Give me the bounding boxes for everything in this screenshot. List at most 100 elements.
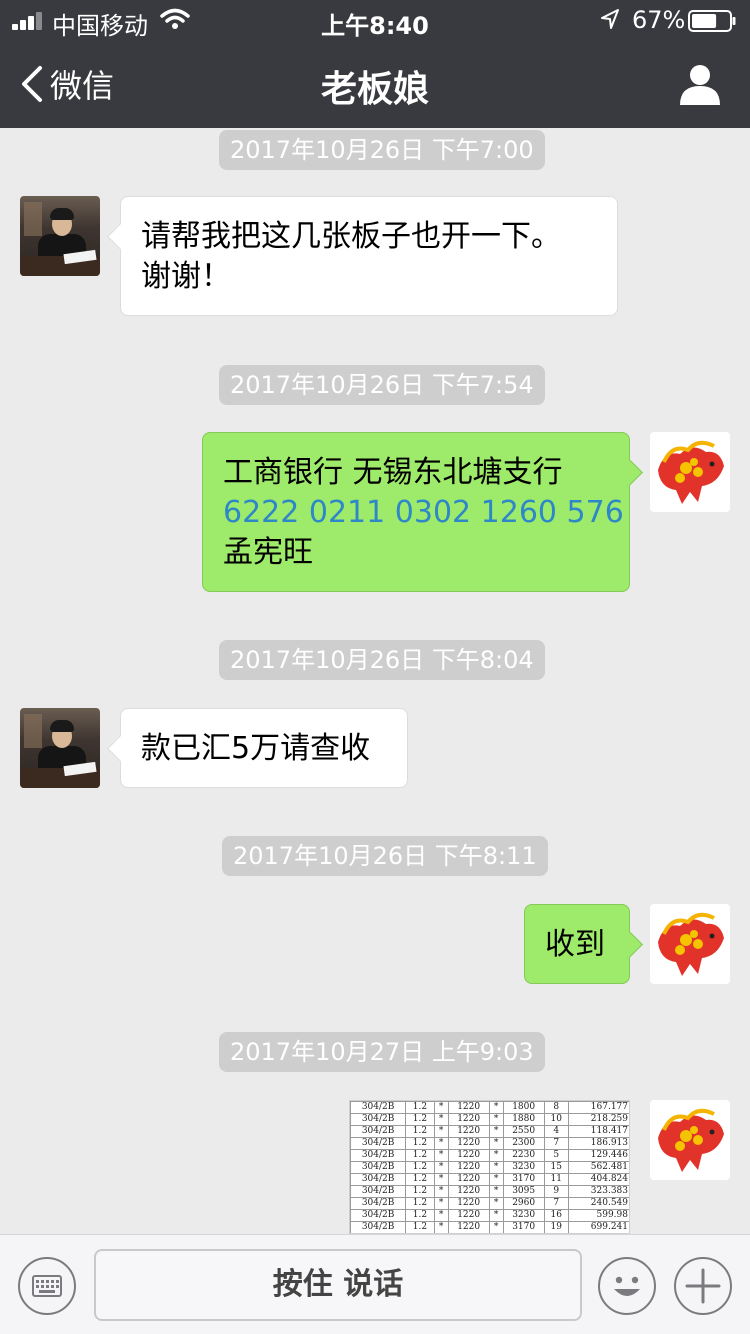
table-cell: 1.2 bbox=[405, 1137, 435, 1150]
my-avatar[interactable] bbox=[650, 1100, 730, 1180]
table-cell: 304/2B bbox=[350, 1221, 407, 1233]
table-cell: 1220 bbox=[447, 1161, 490, 1174]
table-cell: * bbox=[488, 1113, 504, 1126]
table-row: 304/2B 1.2 * 1220 * 3230 15 562.481 bbox=[350, 1161, 629, 1174]
table-cell: 304/2B bbox=[350, 1113, 407, 1126]
emoji-button[interactable] bbox=[598, 1257, 656, 1315]
hold-to-talk-button[interactable]: 按住 说话 bbox=[94, 1249, 582, 1321]
account-number-link[interactable]: 6222 0211 0302 1260 576 bbox=[223, 493, 624, 533]
table-cell: * bbox=[433, 1137, 449, 1150]
keyboard-icon bbox=[32, 1275, 62, 1297]
table-cell: 404.824 bbox=[567, 1173, 629, 1186]
table-cell: 2300 bbox=[502, 1137, 545, 1150]
table-cell: 1880 bbox=[502, 1113, 545, 1126]
table-cell: * bbox=[488, 1185, 504, 1198]
contact-avatar[interactable] bbox=[20, 708, 100, 788]
table-cell: * bbox=[433, 1173, 449, 1186]
table-cell: * bbox=[488, 1221, 504, 1233]
table-cell: 1220 bbox=[447, 1137, 490, 1150]
table-cell: * bbox=[433, 1209, 449, 1222]
table-cell: 1.2 bbox=[405, 1197, 435, 1210]
table-cell: * bbox=[488, 1197, 504, 1210]
table-cell: 1.2 bbox=[405, 1185, 435, 1198]
table-cell: 19 bbox=[543, 1221, 569, 1233]
table-cell: * bbox=[488, 1137, 504, 1150]
status-bar: 中国移动 上午8:40 67% bbox=[0, 0, 750, 40]
sent-message-bubble[interactable]: 收到 bbox=[524, 904, 630, 984]
spreadsheet-image: 304/2B 1.2 * 1220 * 1800 8 167.177 304/2B 1.2 * 122… bbox=[350, 1101, 629, 1233]
table-cell: 599.98 bbox=[567, 1209, 629, 1222]
contact-avatar[interactable] bbox=[20, 196, 100, 276]
table-cell: 118.417 bbox=[567, 1125, 629, 1138]
back-button[interactable]: 微信 bbox=[18, 60, 114, 108]
table-cell: 4 bbox=[543, 1125, 569, 1138]
table-cell: 699.241 bbox=[567, 1221, 629, 1233]
table-cell: 304/2B bbox=[350, 1185, 407, 1198]
keyboard-toggle-button[interactable] bbox=[18, 1257, 76, 1315]
table-cell: 10 bbox=[543, 1113, 569, 1126]
table-cell: * bbox=[488, 1209, 504, 1222]
table-cell: 304/2B bbox=[350, 1161, 407, 1174]
table-cell: 323.383 bbox=[567, 1185, 629, 1198]
table-cell: 1220 bbox=[447, 1149, 490, 1162]
message-timestamp: 2017年10月26日 下午7:00 bbox=[219, 130, 545, 170]
battery-percent: 67% bbox=[632, 6, 686, 34]
table-cell: 1220 bbox=[447, 1209, 490, 1222]
table-cell: 1.2 bbox=[405, 1101, 435, 1114]
table-row: 304/2B 1.2 * 1220 * 3230 16 599.98 bbox=[350, 1209, 629, 1222]
received-message-bubble[interactable]: 请帮我把这几张板子也开一下。 谢谢！ bbox=[120, 196, 618, 316]
table-cell: 2550 bbox=[502, 1125, 545, 1138]
bank-branch-text: 工商银行 无锡东北塘支行 bbox=[223, 455, 563, 490]
table-cell: 16 bbox=[543, 1209, 569, 1222]
table-cell: * bbox=[433, 1185, 449, 1198]
table-cell: 304/2B bbox=[350, 1101, 407, 1114]
table-row: 304/2B 1.2 * 1220 * 2230 5 129.446 bbox=[350, 1149, 629, 1162]
table-cell: 2960 bbox=[502, 1197, 545, 1210]
chevron-left-icon bbox=[22, 66, 42, 102]
table-cell: 1.2 bbox=[405, 1113, 435, 1126]
table-cell: 1220 bbox=[447, 1113, 490, 1126]
table-cell: 1220 bbox=[447, 1101, 490, 1114]
input-bar: 按住 说话 bbox=[0, 1234, 750, 1334]
received-message-bubble[interactable]: 款已汇5万请查收 bbox=[120, 708, 408, 788]
table-cell: 9 bbox=[543, 1185, 569, 1198]
table-cell: 1.2 bbox=[405, 1149, 435, 1162]
my-avatar[interactable] bbox=[650, 904, 730, 984]
sent-image-message[interactable]: 304/2B 1.2 * 1220 * 1800 8 167.177 304/2B 1.2 * 122… bbox=[349, 1100, 630, 1234]
account-holder-text: 孟宪旺 bbox=[223, 535, 313, 570]
top-bar: 中国移动 上午8:40 67% 微信 老板娘 bbox=[0, 0, 750, 128]
my-avatar[interactable] bbox=[650, 432, 730, 512]
table-cell: 304/2B bbox=[350, 1125, 407, 1138]
table-cell: 8 bbox=[543, 1101, 569, 1114]
smiley-icon bbox=[614, 1276, 640, 1296]
chat-history[interactable]: 2017年10月26日 下午7:00 请帮我把这几张板子也开一下。 谢谢！ 20… bbox=[0, 128, 750, 1234]
table-cell: 1.2 bbox=[405, 1173, 435, 1186]
sent-message-bubble[interactable]: 工商银行 无锡东北塘支行 6222 0211 0302 1260 576 孟宪旺 bbox=[202, 432, 630, 592]
navigation-bar: 微信 老板娘 bbox=[0, 40, 750, 128]
person-icon[interactable] bbox=[676, 62, 724, 106]
message-text: 请帮我把这几张板子也开一下。 bbox=[141, 219, 561, 254]
table-cell: 1220 bbox=[447, 1173, 490, 1186]
plus-icon bbox=[685, 1268, 721, 1304]
table-cell: 1220 bbox=[447, 1197, 490, 1210]
table-cell: 3170 bbox=[502, 1173, 545, 1186]
table-cell: * bbox=[433, 1101, 449, 1114]
kirin-avatar-image bbox=[658, 440, 724, 504]
table-cell: 562.481 bbox=[567, 1161, 629, 1174]
table-cell: 5 bbox=[543, 1149, 569, 1162]
table-cell: * bbox=[433, 1161, 449, 1174]
message-timestamp: 2017年10月26日 下午8:11 bbox=[222, 836, 548, 876]
more-options-button[interactable] bbox=[674, 1257, 732, 1315]
location-arrow-icon bbox=[601, 9, 619, 29]
table-cell: 1.2 bbox=[405, 1125, 435, 1138]
table-cell: 218.259 bbox=[567, 1113, 629, 1126]
table-cell: * bbox=[433, 1125, 449, 1138]
table-cell: 167.177 bbox=[567, 1101, 629, 1114]
message-text: 谢谢！ bbox=[141, 259, 231, 294]
table-cell: 304/2B bbox=[350, 1197, 407, 1210]
table-cell: 186.913 bbox=[567, 1137, 629, 1150]
table-row: 304/2B 1.2 * 1220 * 1880 10 218.259 bbox=[350, 1113, 629, 1126]
table-row: 304/2B 1.2 * 1220 * 2300 7 186.913 bbox=[350, 1137, 629, 1150]
table-row: 304/2B 1.2 * 1220 * 3095 9 323.383 bbox=[350, 1185, 629, 1198]
table-row: 304/2B 1.2 * 1220 * 3170 11 404.824 bbox=[350, 1173, 629, 1186]
